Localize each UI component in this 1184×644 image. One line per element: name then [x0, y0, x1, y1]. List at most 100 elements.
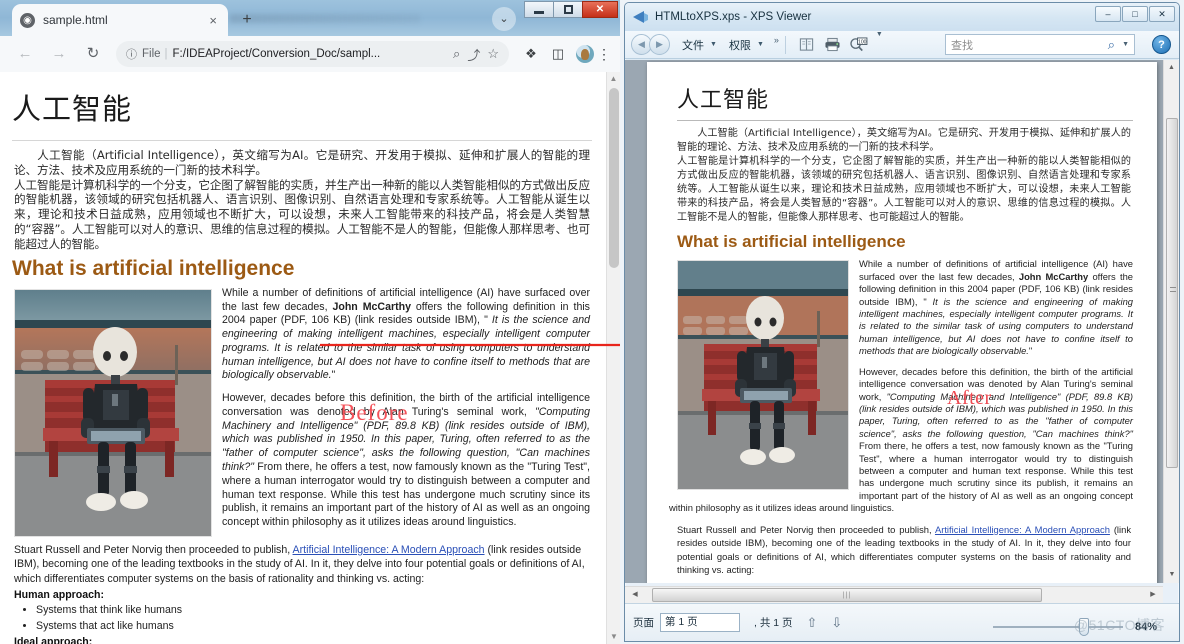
- browser-toolbar: ← → ↻ ⓘ File | F:/IDEAProject/Conversion…: [0, 36, 620, 72]
- previous-page-arrow-icon[interactable]: ⇧: [807, 615, 818, 631]
- svg-text:100: 100: [858, 39, 867, 45]
- toolbar-overflow-icon[interactable]: »: [774, 35, 779, 45]
- xps-viewer-window: HTMLtoXPS.xps - XPS Viewer – □ ✕ ◀ ▶ 文件 …: [620, 0, 1184, 644]
- outline-pane-icon[interactable]: [796, 34, 818, 56]
- reload-button[interactable]: ↻: [78, 39, 108, 69]
- minimize-button[interactable]: [524, 1, 554, 18]
- zoom-slider-track[interactable]: [993, 618, 1123, 636]
- bookmark-star-icon[interactable]: ☆: [487, 46, 499, 62]
- paragraph-cn-1: 人工智能（Artificial Intelligence），英文缩写为AI。它是…: [14, 148, 590, 177]
- printer-icon[interactable]: [822, 34, 844, 56]
- aima-book-link[interactable]: Artificial Intelligence: A Modern Approa…: [293, 544, 485, 556]
- omnibox-scheme-label: File: [142, 48, 161, 60]
- scroll-left-arrow[interactable]: ◀: [627, 588, 643, 602]
- chevron-down-icon[interactable]: ⌄: [492, 7, 516, 31]
- xps-search-box[interactable]: 查找 ⌕ ▼: [945, 34, 1135, 55]
- zoom-dropdown-caret-icon[interactable]: ▼: [876, 31, 883, 38]
- chevron-down-icon: ▼: [710, 41, 717, 48]
- forward-button[interactable]: →: [44, 39, 74, 69]
- globe-icon: ◉: [20, 12, 35, 28]
- search-icon[interactable]: ⌕: [453, 46, 460, 62]
- avatar[interactable]: [576, 45, 594, 63]
- xps-page-1: 人工智能 人工智能（Artificial Intelligence），英文缩写为…: [647, 62, 1157, 583]
- scroll-down-arrow[interactable]: ▼: [1164, 567, 1179, 583]
- xps-status-bar: 页面 第 1 页 , 共 1 页 ⇧ ⇩ 84% @51CTO博客: [625, 603, 1179, 641]
- help-icon[interactable]: ?: [1152, 35, 1171, 54]
- human-approach-label: Human approach:: [14, 588, 105, 601]
- close-button[interactable]: ✕: [582, 1, 618, 18]
- robot-on-bench-illustration: [678, 261, 848, 490]
- scrollbar-thumb[interactable]: [609, 88, 619, 268]
- robot-photo: [14, 288, 212, 537]
- scroll-up-arrow[interactable]: ▲: [607, 72, 620, 86]
- close-icon[interactable]: ×: [206, 13, 220, 28]
- before-annotation: Before: [340, 400, 409, 425]
- xps-title-divider: [677, 120, 1133, 121]
- xps-menu-permissions-label: 权限: [728, 39, 751, 52]
- xps-vertical-scrollbar[interactable]: ▲ ▼: [1163, 60, 1179, 583]
- chevron-down-icon[interactable]: ▼: [1122, 41, 1129, 48]
- xps-forward-button[interactable]: ▶: [649, 34, 670, 55]
- para-en-2-part-b: From there, he offers a test, now famous…: [222, 460, 590, 529]
- browser-menu-icon[interactable]: ⋮: [594, 46, 614, 63]
- xps-maximize-button[interactable]: □: [1122, 6, 1148, 22]
- share-icon[interactable]: ⤴: [467, 45, 480, 64]
- browser-tab-sample-html[interactable]: ◉ sample.html ×: [12, 4, 228, 36]
- paragraph-cn-2: 人工智能是计算机科学的一个分支，它企图了解智能的实质，并生产出一种新的能以人类智…: [14, 177, 590, 251]
- xps-minimize-button[interactable]: –: [1095, 6, 1121, 22]
- xps-document-canvas: 人工智能 人工智能（Artificial Intelligence），英文缩写为…: [625, 60, 1179, 583]
- xps-menu-file-label: 文件: [682, 39, 704, 52]
- omnibox-url: F:/IDEAProject/Conversion_Doc/sampl...: [172, 48, 381, 60]
- scrollbar-thumb[interactable]: [1166, 118, 1178, 468]
- back-button[interactable]: ←: [10, 39, 40, 69]
- xps-aima-book-link[interactable]: Artificial Intelligence: A Modern Approa…: [935, 524, 1110, 535]
- xps-page-title: 人工智能: [677, 87, 770, 112]
- author-name: John McCarthy: [332, 300, 411, 313]
- title-divider: [12, 140, 592, 141]
- scroll-up-arrow[interactable]: ▲: [1164, 60, 1179, 76]
- scroll-right-arrow[interactable]: ▶: [1145, 588, 1161, 602]
- browser-vertical-scrollbar[interactable]: ▲ ▼: [606, 72, 620, 644]
- xps-paragraph-cn-2: 人工智能是计算机科学的一个分支，它企图了解智能的实质，并生产出一种新的能以人类智…: [677, 155, 1131, 223]
- after-annotation: After: [947, 387, 992, 409]
- xps-menu-file[interactable]: 文件 ▼: [682, 37, 717, 53]
- zoom-100-icon[interactable]: 100: [848, 34, 870, 56]
- hscrollbar-thumb[interactable]: |||: [652, 588, 1042, 602]
- xps-titlebar: HTMLtoXPS.xps - XPS Viewer – □ ✕: [625, 3, 1179, 31]
- page-label: 页面: [633, 617, 654, 629]
- ideal-approach-label: Ideal approach:: [14, 636, 93, 644]
- scroll-down-arrow[interactable]: ▼: [607, 630, 620, 644]
- xps-maximize-glyph: □: [1132, 9, 1138, 19]
- side-panel-icon[interactable]: ◫: [547, 46, 569, 62]
- next-page-arrow-icon[interactable]: ⇩: [831, 615, 842, 631]
- xps-search-placeholder: 查找: [951, 39, 973, 52]
- human-approach-list: Systems that think like humans Systems t…: [36, 603, 594, 635]
- list-item: Systems that think like humans: [36, 603, 594, 619]
- browser-titlebar: ◉ sample.html × + ⌄ ✕: [0, 0, 620, 36]
- xps-close-glyph: ✕: [1158, 8, 1166, 19]
- xps-menu-permissions[interactable]: 权限 ▼: [729, 37, 764, 53]
- xps-robot-photo: [677, 260, 849, 491]
- tab-title: sample.html: [43, 13, 108, 27]
- zoom-slider-thumb[interactable]: [1079, 618, 1089, 636]
- extensions-puzzle-icon[interactable]: ❖: [520, 46, 542, 62]
- chrome-browser-window: ◉ sample.html × + ⌄ ✕ ← → ↻ ⓘ File | F:/…: [0, 0, 620, 644]
- omnibox-separator: |: [164, 48, 168, 60]
- xps-author-name: John McCarthy: [1018, 270, 1089, 282]
- maximize-button[interactable]: [553, 1, 583, 18]
- zoom-control[interactable]: 84%: [993, 618, 1169, 636]
- info-icon[interactable]: ⓘ: [126, 46, 137, 62]
- page-title: 人工智能: [12, 94, 133, 126]
- xps-horizontal-scrollbar[interactable]: ◀ ||| ▶: [625, 586, 1163, 603]
- page-number-input[interactable]: 第 1 页: [660, 613, 740, 632]
- xps-section-heading-what-is-ai: What is artificial intelligence: [677, 232, 906, 252]
- search-icon[interactable]: ⌕: [1108, 37, 1115, 53]
- xps-close-button[interactable]: ✕: [1149, 6, 1175, 22]
- xps-para-en-3-part-a: Stuart Russell and Peter Norvig then pro…: [677, 523, 935, 535]
- section-heading-what-is-ai: What is artificial intelligence: [12, 256, 295, 280]
- new-tab-button[interactable]: +: [236, 9, 258, 31]
- address-bar[interactable]: ⓘ File | F:/IDEAProject/Conversion_Doc/s…: [116, 41, 509, 67]
- document-content: 人工智能 人工智能（Artificial Intelligence），英文缩写为…: [0, 72, 606, 644]
- total-pages-label: , 共 1 页: [754, 617, 793, 629]
- robot-on-bench-illustration: [15, 289, 211, 536]
